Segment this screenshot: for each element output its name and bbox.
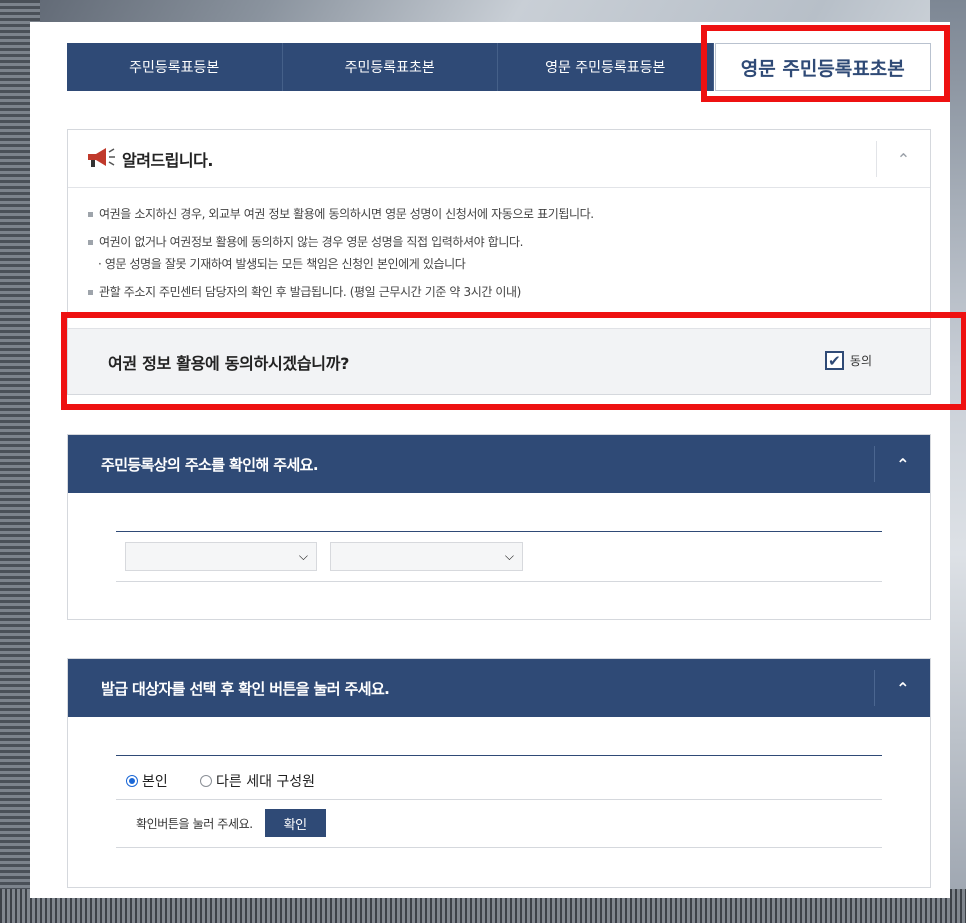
megaphone-icon — [86, 146, 116, 172]
notice-header: 알려드립니다. ⌃ — [68, 130, 930, 188]
target-section: 발급 대상자를 선택 후 확인 버튼을 눌러 주세요. ⌃ 본인 다른 세대 구… — [67, 658, 931, 888]
address-section-title: 주민등록상의 주소를 확인해 주세요. — [101, 455, 319, 474]
document-tabs: 주민등록표등본 주민등록표초본 영문 주민등록표등본 영문 주민등록표초본 — [67, 43, 931, 91]
chevron-down-icon: ⌵ — [298, 549, 308, 563]
radio-self[interactable]: 본인 — [126, 771, 168, 791]
main-panel: 주민등록표등본 주민등록표초본 영문 주민등록표등본 영문 주민등록표초본 알려… — [30, 22, 966, 898]
consent-label: 동의 — [849, 354, 872, 368]
confirm-button[interactable]: 확인 — [264, 809, 326, 837]
collapse-address-button[interactable]: ⌃ — [874, 446, 930, 482]
notice-item: 여권을 소지하신 경우, 외교부 여권 정보 활용에 동의하시면 영문 성명이 … — [88, 207, 910, 221]
chevron-down-icon: ⌵ — [504, 549, 514, 563]
chevron-up-icon: ⌃ — [896, 678, 909, 698]
consent-checkbox[interactable]: ✔ 동의 — [824, 351, 872, 370]
notice-item: 관할 주소지 주민센터 담당자의 확인 후 발급됩니다. (평일 근무시간 기준… — [88, 285, 910, 299]
collapse-notice-button[interactable]: ⌃ — [876, 141, 930, 177]
bullet-icon — [88, 239, 93, 245]
target-section-title: 발급 대상자를 선택 후 확인 버튼을 눌러 주세요. — [101, 679, 390, 698]
notice-item: 여권이 없거나 여권정보 활용에 동의하지 않는 경우 영문 성명을 직접 입력… — [88, 235, 910, 249]
checkmark-icon[interactable]: ✔ — [824, 351, 844, 370]
divider — [116, 847, 882, 848]
notice-box: 알려드립니다. ⌃ 여권을 소지하신 경우, 외교부 여권 정보 활용에 동의하… — [67, 129, 931, 395]
radio-empty-icon[interactable] — [200, 775, 212, 787]
notice-body: 여권을 소지하신 경우, 외교부 여권 정보 활용에 동의하시면 영문 성명이 … — [68, 188, 930, 299]
divider — [116, 799, 882, 800]
chevron-up-icon: ⌃ — [896, 149, 911, 169]
tab-english-resident-copy[interactable]: 영문 주민등록표등본 — [498, 43, 714, 91]
notice-title: 알려드립니다. — [122, 150, 213, 170]
notice-subitem: · 영문 성명을 잘못 기재하여 발생되는 모든 책임은 신청인 본인에게 있습… — [98, 257, 466, 271]
divider — [116, 531, 882, 532]
divider — [116, 581, 882, 582]
address-section-header: 주민등록상의 주소를 확인해 주세요. ⌃ — [68, 435, 930, 493]
confirm-row: 확인버튼을 눌러 주세요. 확인 — [136, 809, 326, 837]
radio-selected-icon[interactable] — [126, 775, 138, 787]
address-section: 주민등록상의 주소를 확인해 주세요. ⌃ ⌵ ⌵ — [67, 434, 931, 620]
confirm-hint: 확인버튼을 눌러 주세요. — [136, 816, 253, 831]
tab-resident-abstract[interactable]: 주민등록표초본 — [282, 43, 498, 91]
bullet-icon — [88, 289, 93, 295]
collapse-target-button[interactable]: ⌃ — [874, 670, 930, 706]
radio-other-member[interactable]: 다른 세대 구성원 — [200, 771, 315, 791]
address-select-2[interactable]: ⌵ — [330, 542, 523, 571]
tab-resident-copy[interactable]: 주민등록표등본 — [67, 43, 283, 91]
bullet-icon — [88, 211, 93, 217]
consent-question: 여권 정보 활용에 동의하시겠습니까? — [108, 353, 350, 373]
target-section-header: 발급 대상자를 선택 후 확인 버튼을 눌러 주세요. ⌃ — [68, 659, 930, 717]
address-select-1[interactable]: ⌵ — [125, 542, 317, 571]
passport-consent-row: 여권 정보 활용에 동의하시겠습니까? ✔ 동의 — [68, 328, 930, 394]
divider — [116, 755, 882, 756]
tab-english-resident-abstract[interactable]: 영문 주민등록표초본 — [714, 43, 931, 91]
chevron-up-icon: ⌃ — [896, 454, 909, 474]
